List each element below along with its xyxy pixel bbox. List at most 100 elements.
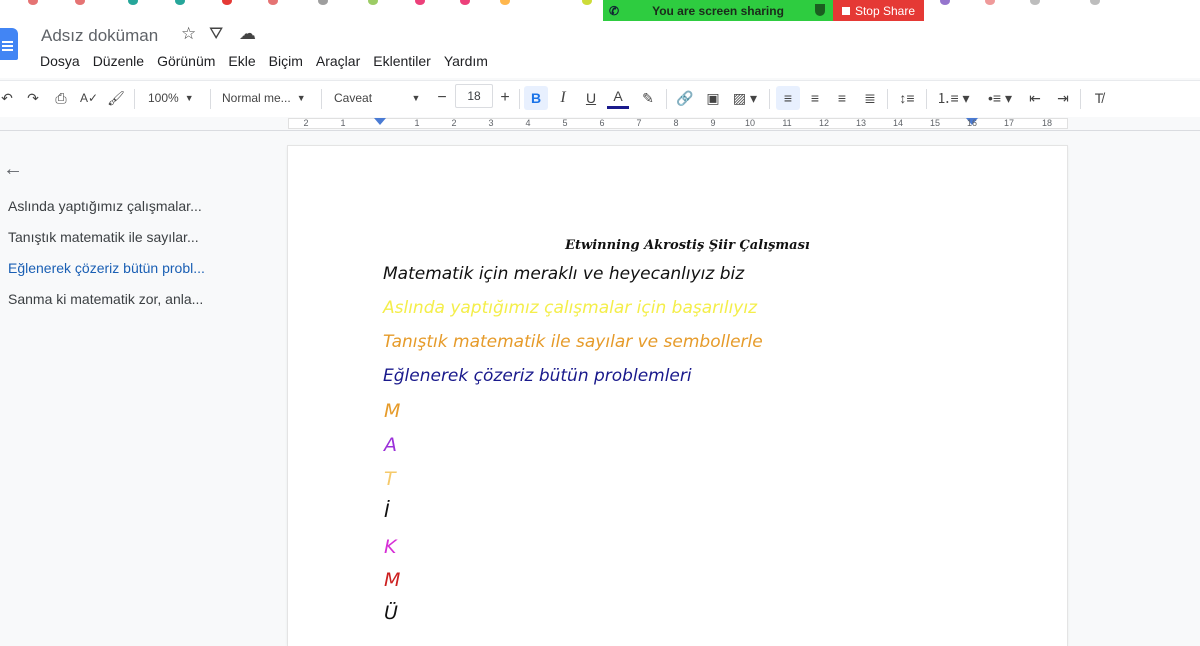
align-right-icon[interactable]: ≡: [831, 86, 853, 110]
bulleted-list-icon[interactable]: •≡ ▾: [982, 86, 1018, 110]
left-indent-marker[interactable]: [374, 118, 386, 125]
bookmark-icon[interactable]: [940, 0, 950, 5]
text-color-button[interactable]: A: [607, 86, 629, 109]
decrease-font-size-button[interactable]: −: [432, 86, 452, 110]
redo-icon[interactable]: ↷: [24, 86, 42, 110]
ruler-label: 7: [636, 118, 642, 128]
ruler-label: 1: [414, 118, 420, 128]
menu-araclar[interactable]: Araçlar: [316, 53, 360, 69]
ruler-label: 12: [818, 118, 830, 128]
poem-line: Aslında yaptığımız çalışmalar için başar…: [383, 298, 757, 318]
font-value: Caveat: [334, 91, 373, 105]
line-spacing-icon[interactable]: ↕≡: [895, 86, 919, 110]
poem-title: Etwinning Akrostiş Şiir Çalışması: [565, 238, 810, 253]
bookmark-icon[interactable]: [75, 0, 85, 5]
paint-format-icon[interactable]: 🖌: [106, 86, 126, 110]
zoom-select[interactable]: 100% ▼: [148, 86, 203, 110]
menu-duzenle[interactable]: Düzenle: [93, 53, 144, 69]
bookmark-icon[interactable]: [128, 0, 138, 5]
bookmark-icon[interactable]: [175, 0, 185, 5]
move-to-drive-icon[interactable]: ⛛: [209, 24, 223, 44]
style-value: Normal me...: [222, 91, 291, 105]
ruler-label: 2: [451, 118, 457, 128]
document-page[interactable]: Etwinning Akrostiş Şiir Çalışması Matema…: [288, 146, 1067, 646]
menu-bicim[interactable]: Biçim: [269, 53, 303, 69]
cloud-status-icon[interactable]: ☁: [239, 24, 256, 44]
ruler-label: 10: [744, 118, 756, 128]
italic-button[interactable]: I: [552, 86, 574, 110]
ruler-label: 3: [488, 118, 494, 128]
zoom-value: 100%: [148, 91, 179, 105]
bookmark-icon[interactable]: [415, 0, 425, 5]
ruler-label: 11: [782, 118, 792, 128]
bookmark-icon[interactable]: [1030, 0, 1040, 5]
bookmarks-bar: [0, 0, 1200, 15]
share-status: ✆ You are screen sharing: [603, 0, 833, 21]
print-icon[interactable]: ⎙: [51, 86, 71, 110]
bookmark-icon[interactable]: [368, 0, 378, 5]
highlight-icon[interactable]: ✎: [637, 86, 659, 110]
font-size-input[interactable]: 18: [455, 84, 493, 108]
acrostic-letter: İ: [384, 500, 390, 522]
screen-share-banner: ✆ You are screen sharing Stop Share: [603, 0, 924, 21]
bold-button[interactable]: B: [524, 86, 548, 110]
ruler-label: 5: [562, 118, 568, 128]
comment-icon[interactable]: ▣: [702, 86, 724, 110]
ruler-label: 9: [710, 118, 716, 128]
outline-back-arrow-icon[interactable]: ←: [3, 158, 23, 181]
phone-icon: ✆: [609, 4, 620, 18]
ruler-label: 2: [303, 118, 309, 128]
chevron-down-icon: ▼: [296, 93, 306, 103]
document-title[interactable]: Adsız doküman: [41, 26, 158, 46]
outline-item[interactable]: Aslında yaptığımız çalışmalar...: [8, 198, 202, 214]
menu-yardim[interactable]: Yardım: [444, 53, 488, 69]
outline-item-active[interactable]: Eğlenerek çözeriz bütün probl...: [8, 260, 205, 276]
clear-formatting-icon[interactable]: T̸: [1088, 86, 1110, 110]
stop-share-button[interactable]: Stop Share: [833, 0, 924, 21]
ruler-label: 16: [966, 118, 978, 128]
justify-icon[interactable]: ≣: [859, 86, 881, 110]
menu-dosya[interactable]: Dosya: [40, 53, 80, 69]
formatting-toolbar: ↶ ↷ ⎙ A✓ 🖌 100% ▼ Normal me... ▼ Caveat ▼ …: [0, 80, 1200, 118]
increase-indent-icon[interactable]: ⇥: [1052, 86, 1074, 110]
increase-font-size-button[interactable]: +: [495, 86, 515, 110]
menu-eklentiler[interactable]: Eklentiler: [373, 53, 431, 69]
star-icon[interactable]: ☆: [181, 24, 196, 44]
style-select[interactable]: Normal me... ▼: [222, 86, 317, 110]
image-icon[interactable]: ▨ ▾: [729, 86, 761, 110]
decrease-indent-icon[interactable]: ⇤: [1024, 86, 1046, 110]
shield-icon: [815, 4, 825, 16]
acrostic-letter: M: [384, 569, 401, 591]
spellcheck-icon[interactable]: A✓: [79, 86, 99, 110]
docs-header: Adsız doküman ☆ ⛛ ☁ Dosya Düzenle Görünü…: [0, 14, 1200, 78]
ruler: 2 1 1 2 3 4 5 6 7 8 9 10 11 12 13 14 15 …: [0, 117, 1200, 131]
ruler-label: 17: [1003, 118, 1015, 128]
acrostic-letter: A: [384, 434, 397, 456]
outline-item[interactable]: Tanıştık matematik ile sayılar...: [8, 229, 199, 245]
underline-button[interactable]: U: [580, 86, 602, 110]
bookmark-icon[interactable]: [28, 0, 38, 5]
docs-logo-icon[interactable]: [0, 28, 18, 60]
acrostic-letter: M: [384, 400, 401, 422]
align-left-icon[interactable]: ≡: [776, 86, 800, 110]
ruler-label: 6: [599, 118, 605, 128]
bookmark-icon[interactable]: [268, 0, 278, 5]
align-center-icon[interactable]: ≡: [804, 86, 826, 110]
bookmark-icon[interactable]: [582, 0, 592, 5]
bookmark-icon[interactable]: [318, 0, 328, 5]
bookmark-icon[interactable]: [1090, 0, 1100, 5]
menu-gorunum[interactable]: Görünüm: [157, 53, 215, 69]
share-status-text: You are screen sharing: [652, 3, 784, 18]
undo-icon[interactable]: ↶: [0, 86, 16, 110]
bookmark-icon[interactable]: [500, 0, 510, 5]
chevron-down-icon[interactable]: ▼: [409, 86, 423, 110]
numbered-list-icon[interactable]: ⒈≡ ▾: [935, 86, 971, 110]
bookmark-icon[interactable]: [985, 0, 995, 5]
link-icon[interactable]: 🔗: [674, 86, 696, 110]
bookmark-icon[interactable]: [460, 0, 470, 5]
outline-item[interactable]: Sanma ki matematik zor, anla...: [8, 291, 203, 307]
ruler-label: 4: [525, 118, 531, 128]
bookmark-icon[interactable]: [222, 0, 232, 5]
acrostic-letter: T: [384, 468, 396, 490]
menu-ekle[interactable]: Ekle: [228, 53, 255, 69]
